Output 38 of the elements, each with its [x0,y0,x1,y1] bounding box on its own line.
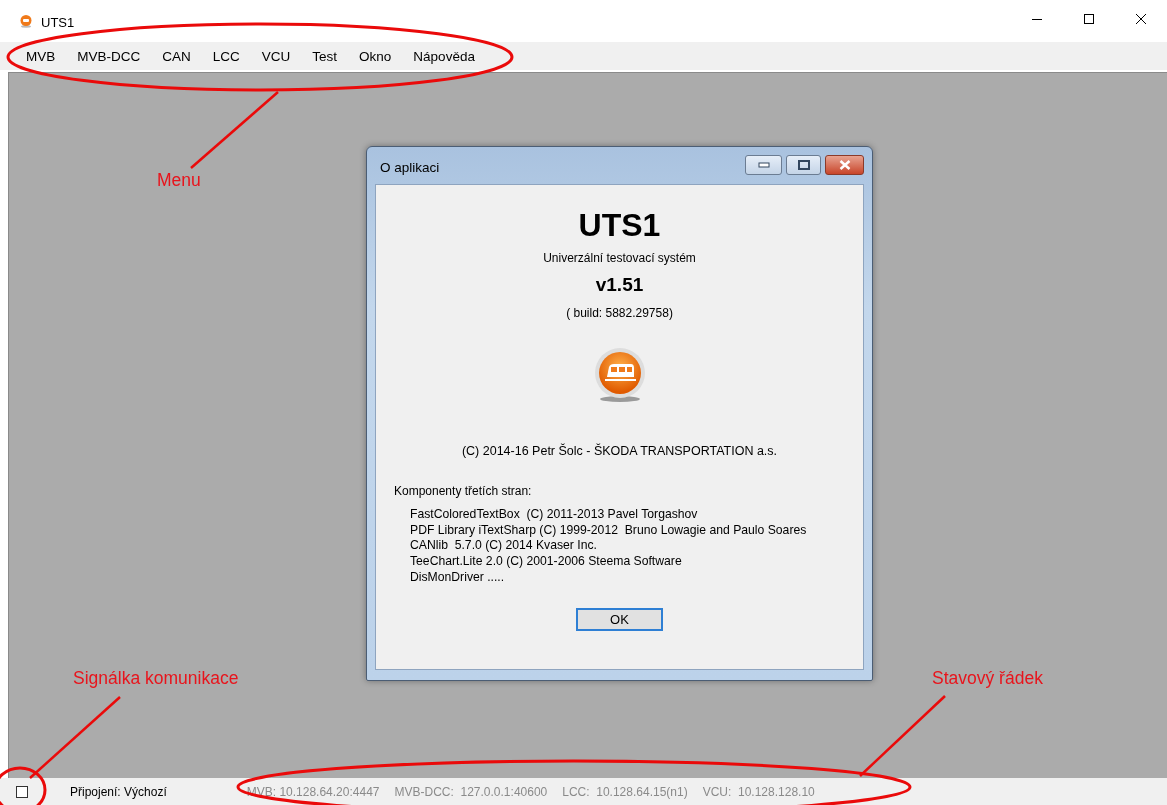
app-icon [19,14,33,28]
dialog-title: O aplikaci [379,159,441,175]
maximize-button[interactable] [786,154,821,175]
minimize-button[interactable] [745,154,782,175]
menu-item[interactable]: Test [301,44,349,68]
component-line: CANlib 5.7.0 (C) 2014 Kvaser Inc. [410,538,598,555]
status-text: LCC: 10.128.64.15(n1) [562,784,688,799]
minimize-icon [757,161,770,168]
status-text: MVB-DCC: 127.0.0.1:40600 [394,784,548,799]
close-icon [1135,13,1147,25]
close-icon [838,159,851,170]
status-text: VCU: 10.128.128.10 [702,784,815,799]
annotation-label: Signálka komunikace [73,668,239,689]
annotation-label: Menu [157,170,201,191]
window-title: UTS1 [41,13,76,30]
menu-item[interactable]: Nápověda [402,44,486,68]
maximize-icon [1083,13,1095,25]
close-button[interactable] [825,154,864,175]
menu-item[interactable]: MVB-DCC [66,44,152,68]
menu-item[interactable]: MVB [15,44,67,68]
component-line: FastColoredTextBox (C) 2011-2013 Pavel Torgashov [410,507,699,523]
app-subtitle: Univerzální testovací systém [543,251,696,265]
component-line: TeeChart.Lite 2.0 (C) 2001-2006 Steema Software [410,554,683,570]
maximize-icon [797,159,810,170]
version-text: v1.51 [595,274,644,296]
menu-item[interactable]: VCU [250,44,302,68]
copyright-text: (C) 2014-16 Petr Šolc - ŠKODA TRANSPORTATION a.s. [461,444,778,458]
menu-item[interactable]: Okno [348,44,403,68]
ok-button[interactable]: OK [576,607,663,631]
build-text: ( build: 5882.29758) [566,306,673,320]
status-text: Připojení: Výchozí [70,784,167,799]
component-line: DisMonDriver ..... [410,569,506,586]
app-name: UTS1 [578,207,661,244]
menu-item[interactable]: LCC [201,44,251,68]
component-line: PDF Library iTextSharp (C) 1999-2012 Bruno Lowagie and Paulo Soares [410,522,808,539]
components-heading: Komponenty třetích stran: [394,484,532,498]
menu-item[interactable]: CAN [151,44,202,68]
annotation-label: Stavový řádek [932,668,1043,689]
